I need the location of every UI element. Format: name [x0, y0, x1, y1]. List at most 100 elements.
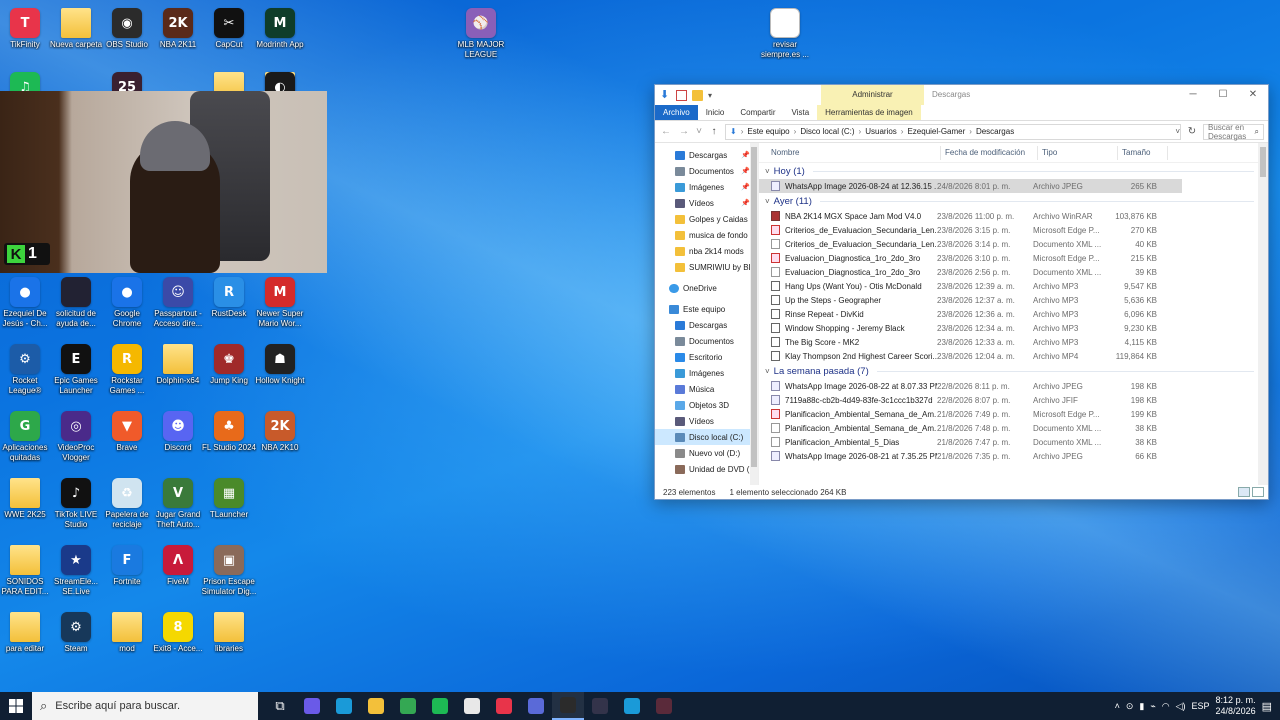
nav-onedrive[interactable]: OneDrive — [655, 280, 758, 296]
nav-item[interactable]: Descargas — [655, 317, 758, 333]
desktop-icon[interactable]: ♻ Papelera de reciclaje — [104, 478, 150, 530]
desktop-icon[interactable]: ◉ OBS Studio — [104, 8, 150, 50]
search-input[interactable]: Buscar en Descargas ⌕ — [1203, 123, 1264, 141]
taskbar-search[interactable]: ⌕ Escribe aquí para buscar. — [32, 692, 258, 720]
desktop-icon[interactable]: para editar — [2, 612, 48, 654]
file-explorer-window[interactable]: ⬇ ▾ Administrar Descargas ─ ☐ ✕ Archivo … — [654, 84, 1269, 500]
desktop-icon[interactable]: Nueva carpeta — [50, 8, 102, 50]
file-row[interactable]: WhatsApp Image 2026-08-24 at 12.36.15 ..… — [759, 179, 1182, 193]
desktop-icon[interactable]: ☻ Discord — [155, 411, 201, 453]
desktop-icon[interactable]: Λ FiveM — [155, 545, 201, 587]
wifi-icon[interactable]: ◠ — [1162, 701, 1170, 712]
breadcrumb-user[interactable]: Ezequiel-Gamer — [907, 127, 965, 136]
down-arrow-icon[interactable]: ⬇ — [660, 89, 671, 101]
desktop-icon[interactable]: E Epic Games Launcher — [53, 344, 99, 396]
taskbar-dolphin[interactable] — [616, 692, 648, 720]
file-row[interactable]: Planificacion_Ambiental_5_Dias 21/8/2026 … — [759, 435, 1268, 449]
taskbar-copilot[interactable] — [296, 692, 328, 720]
desktop-icon[interactable]: solicitud de ayuda de... — [53, 277, 99, 329]
large-icons-view-icon[interactable] — [1252, 487, 1264, 497]
desktop-icon[interactable]: 2K NBA 2K11 — [155, 8, 201, 50]
desktop-icon[interactable]: 2K NBA 2K10 — [257, 411, 303, 453]
file-row[interactable]: Klay Thompson 2nd Highest Career Scori..… — [759, 349, 1268, 363]
taskbar-obs[interactable] — [552, 692, 584, 720]
desktop-icon[interactable]: mod — [104, 612, 150, 654]
desktop-icon[interactable]: R RustDesk — [206, 277, 252, 319]
file-row[interactable]: Evaluacion_Diagnostica_1ro_2do_3ro 23/8/2… — [759, 251, 1268, 265]
taskbar-notepad[interactable] — [456, 692, 488, 720]
file-list-pane[interactable]: Nombre Fecha de modificación Tipo Tamaño… — [759, 143, 1268, 485]
desktop-icon[interactable]: revisar siempre.es ... — [761, 8, 809, 60]
desktop-icon[interactable]: ⚾ MLB MAJOR LEAGUE — [458, 8, 504, 60]
file-row[interactable]: Window Shopping - Jeremy Black 23/8/2026 … — [759, 321, 1268, 335]
breadcrumb-downloads[interactable]: Descargas — [976, 127, 1014, 136]
close-button[interactable]: ✕ — [1238, 85, 1268, 105]
taskbar-chrome[interactable] — [392, 692, 424, 720]
file-row[interactable]: WhatsApp Image 2026-08-22 at 8.07.33 PM 2… — [759, 379, 1268, 393]
desktop-icon[interactable]: ▦ TLauncher — [206, 478, 252, 520]
nav-item[interactable]: Objetos 3D — [655, 397, 758, 413]
breadcrumb-this-pc[interactable]: Este equipo — [747, 127, 789, 136]
taskbar-tikfinity[interactable] — [488, 692, 520, 720]
nav-item[interactable]: Documentos — [655, 333, 758, 349]
desktop-icon[interactable]: ♪ TikTok LIVE Studio — [53, 478, 99, 530]
nav-item[interactable]: musica de fondo — [655, 227, 758, 243]
desktop-icon[interactable]: M Modrinth App — [256, 8, 304, 50]
taskbar-nba-game[interactable] — [648, 692, 680, 720]
tab-image-tools[interactable]: Herramientas de imagen — [817, 105, 921, 120]
tab-view[interactable]: Vista — [784, 105, 818, 120]
desktop-icon[interactable]: ▼ Brave — [104, 411, 150, 453]
nav-item[interactable]: Golpes y Caidas — [655, 211, 758, 227]
desktop-icon[interactable]: WWE 2K25 — [2, 478, 48, 520]
column-date[interactable]: Fecha de modificación — [941, 145, 1038, 160]
nav-item[interactable]: Imágenes 📌 — [655, 179, 758, 195]
group-header[interactable]: ˅ Ayer (11) — [759, 193, 1268, 209]
nav-item[interactable]: Escritorio — [655, 349, 758, 365]
navigation-pane[interactable]: Descargas 📌 Documentos 📌 Imágenes 📌 Vídeos 📌 Gol… — [655, 143, 759, 485]
desktop-icon[interactable]: ☺ Passpartout - Acceso dire... — [154, 277, 202, 329]
desktop-icon[interactable]: ◎ VideoProc Vlogger — [53, 411, 99, 463]
taskbar-file-explorer[interactable] — [360, 692, 392, 720]
column-type[interactable]: Tipo — [1038, 145, 1118, 160]
desktop-icon[interactable]: SONIDOS PARA EDIT... — [2, 545, 48, 597]
back-arrow-icon[interactable]: ← — [659, 126, 673, 137]
file-row[interactable]: WhatsApp Image 2026-08-21 at 7.35.25 PM 2… — [759, 449, 1268, 463]
chevron-up-icon[interactable]: ˄ — [1115, 701, 1120, 711]
file-row[interactable]: Up the Steps - Geographer 23/8/2026 12:37… — [759, 293, 1268, 307]
nav-item[interactable]: Imágenes — [655, 365, 758, 381]
nav-scrollbar[interactable] — [750, 143, 758, 485]
column-size[interactable]: Tamaño — [1118, 145, 1168, 160]
address-bar[interactable]: ⬇ › Este equipo › Disco local (C:) › Usu… — [725, 123, 1181, 140]
desktop-icon[interactable]: R Rockstar Games ... — [104, 344, 150, 396]
tab-home[interactable]: Inicio — [698, 105, 733, 120]
desktop-icon[interactable]: ♣ FL Studio 2024 — [202, 411, 256, 453]
language-indicator[interactable]: ESP — [1192, 701, 1210, 711]
desktop-icon[interactable]: ⚙ Steam — [53, 612, 99, 654]
taskbar-app-diamond[interactable] — [520, 692, 552, 720]
desktop-icon[interactable]: G Aplicaciones quitadas — [2, 411, 48, 463]
desktop-icon[interactable]: 8 Exit8 - Acce... — [154, 612, 202, 654]
details-view-icon[interactable] — [1238, 487, 1250, 497]
notifications-icon[interactable]: ▤ — [1262, 700, 1272, 713]
taskbar-audio-app[interactable] — [584, 692, 616, 720]
nav-this-pc[interactable]: Este equipo — [655, 301, 758, 317]
nav-item[interactable]: Vídeos 📌 — [655, 195, 758, 211]
recent-chevron-icon[interactable]: ˅ — [695, 126, 703, 137]
start-button[interactable] — [0, 692, 32, 720]
desktop-icon[interactable]: ● Ezequiel De Jesús - Ch... — [2, 277, 48, 329]
volume-icon[interactable]: ◁) — [1176, 701, 1186, 712]
new-folder-icon[interactable] — [692, 89, 703, 101]
desktop-icon[interactable]: libraries — [206, 612, 252, 654]
forward-arrow-icon[interactable]: → — [677, 126, 691, 137]
network-icon[interactable]: ⊙ — [1126, 701, 1134, 712]
up-arrow-icon[interactable]: ↑ — [707, 126, 721, 137]
breadcrumb-local-disk[interactable]: Disco local (C:) — [800, 127, 854, 136]
minimize-button[interactable]: ─ — [1178, 85, 1208, 105]
file-row[interactable]: Criterios_de_Evaluacion_Secundaria_Len..… — [759, 237, 1268, 251]
desktop-icon[interactable]: ▣ Prison Escape Simulator Dig... — [202, 545, 256, 597]
desktop-icon[interactable]: ☗ Hollow Knight — [256, 344, 304, 386]
maximize-button[interactable]: ☐ — [1208, 85, 1238, 105]
desktop-icon[interactable]: ⚙ Rocket League® — [2, 344, 48, 396]
breadcrumb-users[interactable]: Usuarios — [865, 127, 897, 136]
desktop-icon[interactable]: ★ StreamEle... SE.Live — [53, 545, 99, 597]
